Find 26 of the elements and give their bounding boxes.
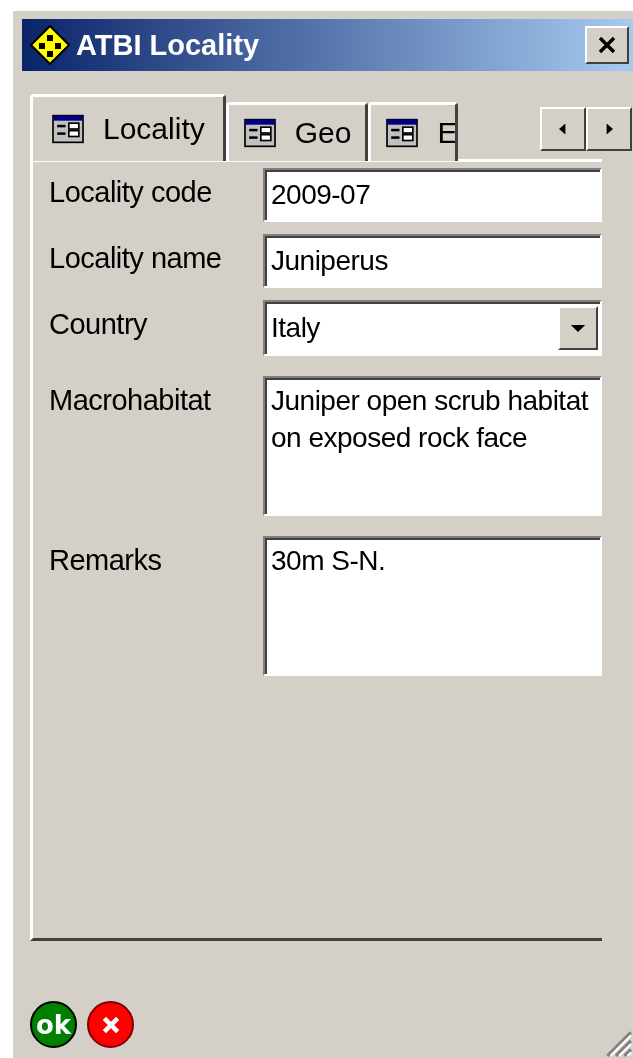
window-title: ATBI Locality	[76, 28, 261, 62]
field-label: Macrohabitat	[49, 383, 212, 417]
form-icon	[51, 114, 85, 144]
field-label: Locality code	[49, 175, 213, 209]
input-field[interactable]: Juniperus	[263, 234, 602, 288]
tab[interactable]: Locality	[30, 94, 226, 161]
tab[interactable]: Geo	[225, 102, 369, 161]
tab[interactable]: E	[368, 102, 459, 161]
down-triangle-icon	[569, 322, 587, 334]
scroll-right-button[interactable]	[586, 107, 632, 151]
text-area[interactable]: Juniper open scrub habitat on exposed rock face	[263, 376, 602, 516]
field-label: Remarks	[49, 543, 163, 577]
text-area[interactable]: 30m S-N.	[263, 536, 602, 676]
input-field[interactable]: 2009-07	[263, 168, 602, 222]
scroll-left-button[interactable]	[540, 107, 586, 151]
close-button[interactable]	[585, 26, 629, 64]
form-icon	[242, 118, 277, 148]
diamond-icon	[30, 25, 70, 65]
cancel-button[interactable]	[87, 1001, 134, 1048]
dropdown-button[interactable]	[558, 306, 598, 350]
form-icon	[385, 118, 420, 148]
dropdown-field[interactable]: Italy	[263, 300, 602, 356]
close-icon	[597, 35, 617, 55]
field-label: Locality name	[49, 241, 223, 275]
ok-button[interactable]: ok	[30, 1001, 77, 1048]
field-label: Country	[49, 307, 149, 341]
